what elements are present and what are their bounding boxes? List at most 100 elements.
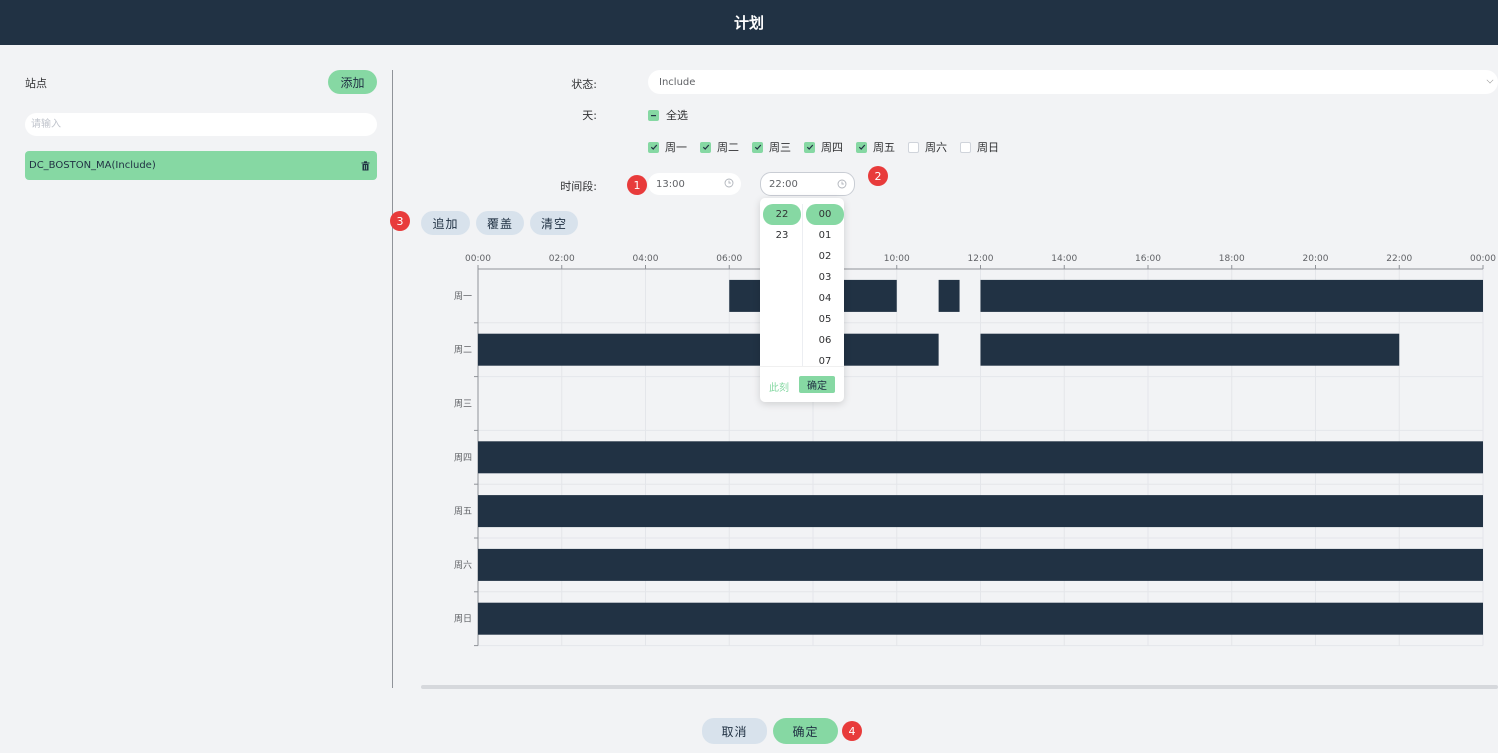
window-title: 计划 (733, 14, 764, 32)
x-tick-label: 04:00 (633, 254, 659, 264)
minute-option[interactable]: 02 (806, 246, 844, 267)
checkbox-checked-icon (700, 141, 711, 153)
picker-ok-button[interactable]: 确定 (799, 376, 835, 393)
day-checkbox[interactable]: 周五 (856, 139, 895, 155)
schedule-bar (478, 333, 939, 366)
row-label: 周三 (454, 399, 472, 410)
days-label: 天: (582, 109, 597, 122)
picker-divider (802, 204, 803, 366)
sites-panel: 站点 添加 DC_BOSTON_MA(Include) (0, 45, 393, 690)
day-checkbox-label: 周二 (717, 141, 739, 154)
day-checkbox[interactable]: 周四 (804, 139, 843, 155)
minute-option[interactable]: 04 (806, 288, 844, 309)
clear-button[interactable]: 清空 (530, 211, 578, 235)
title-bar: 计划 (0, 0, 1498, 45)
status-label: 状态: (571, 78, 597, 91)
day-checkbox-label: 周日 (977, 141, 999, 154)
x-tick-label: 16:00 (1135, 254, 1161, 264)
row-label: 周四 (454, 452, 472, 463)
annotation-badge-1: 1 (627, 175, 647, 195)
end-time-input[interactable]: 22:00 (760, 172, 855, 196)
site-list-item[interactable]: DC_BOSTON_MA(Include) (25, 151, 377, 180)
annotation-badge-4: 4 (842, 721, 862, 741)
x-tick-label: 18:00 (1219, 254, 1245, 264)
schedule-bar (478, 495, 1483, 528)
day-checkbox[interactable]: 周六 (908, 139, 947, 155)
schedule-bar (980, 333, 1400, 366)
day-checkbox[interactable]: 周一 (648, 139, 687, 155)
x-tick-label: 14:00 (1051, 254, 1077, 264)
x-tick-label: 22:00 (1386, 254, 1412, 264)
overwrite-button[interactable]: 覆盖 (476, 211, 524, 235)
select-all-label: 全选 (666, 109, 688, 122)
period-label: 时间段: (560, 180, 597, 193)
annotation-badge-3: 3 (390, 211, 410, 231)
checkbox-unchecked-icon (908, 141, 919, 153)
x-tick-label: 06:00 (716, 254, 742, 264)
clock-icon (837, 179, 847, 189)
start-time-input[interactable]: 13:00 (648, 173, 741, 195)
minute-option[interactable]: 01 (806, 225, 844, 246)
x-tick-label: 00:00 (465, 254, 491, 264)
schedule-bar (980, 279, 1483, 312)
day-checkbox-label: 周五 (873, 141, 895, 154)
day-checkbox[interactable]: 周二 (700, 139, 739, 155)
schedule-chart: 00:0002:0004:0006:0008:0010:0012:0014:00… (454, 254, 1496, 647)
checkbox-checked-icon (648, 141, 659, 153)
append-button[interactable]: 追加 (421, 211, 470, 235)
x-tick-label: 02:00 (549, 254, 575, 264)
sites-label: 站点 (25, 77, 47, 90)
day-checkbox-label: 周六 (925, 141, 947, 154)
site-item-label: DC_BOSTON_MA(Include) (29, 160, 156, 171)
minute-column[interactable]: 00 01 02 03 04 05 06 07 (806, 204, 844, 372)
row-label: 周二 (454, 345, 472, 356)
day-checkbox-label: 周四 (821, 141, 843, 154)
end-time-value: 22:00 (769, 178, 798, 190)
schedule-bar (478, 602, 1483, 635)
status-select[interactable]: Include (648, 70, 1498, 94)
time-picker-dropdown: 22 23 00 01 02 03 04 05 06 07 此刻 确定 (760, 198, 844, 402)
day-checkbox[interactable]: 周三 (752, 139, 791, 155)
horizontal-scrollbar[interactable] (421, 685, 1498, 689)
checkbox-unchecked-icon (960, 141, 971, 153)
clock-icon (724, 178, 734, 188)
chevron-down-icon (1486, 76, 1494, 84)
minute-option[interactable]: 03 (806, 267, 844, 288)
checkbox-checked-icon (804, 141, 815, 153)
cancel-button[interactable]: 取消 (702, 718, 767, 744)
x-tick-label: 10:00 (884, 254, 910, 264)
hour-option[interactable]: 22 (763, 204, 801, 225)
minute-option[interactable]: 05 (806, 309, 844, 330)
annotation-badge-2: 2 (868, 166, 888, 186)
status-value: Include (659, 76, 696, 88)
day-checkbox-label: 周一 (665, 141, 687, 154)
select-all-checkbox[interactable]: 全选 (648, 107, 688, 123)
checkbox-checked-icon (752, 141, 763, 153)
trash-icon[interactable] (359, 160, 371, 172)
schedule-bar (938, 279, 960, 312)
start-time-value: 13:00 (656, 178, 685, 190)
confirm-button[interactable]: 确定 (773, 718, 838, 744)
row-label: 周五 (454, 506, 472, 517)
schedule-bar (478, 548, 1483, 581)
day-checkbox-label: 周三 (769, 141, 791, 154)
schedule-bar (478, 441, 1483, 474)
row-label: 周一 (454, 291, 472, 302)
picker-now-button[interactable]: 此刻 (769, 379, 789, 394)
minute-option[interactable]: 06 (806, 330, 844, 351)
day-checkbox-group: 周一 周二 周三 周四 周五 周六 周日 (648, 139, 1012, 155)
add-site-button[interactable]: 添加 (328, 70, 377, 94)
checkbox-indeterminate-icon (648, 109, 659, 121)
row-label: 周六 (454, 559, 472, 571)
x-tick-label: 20:00 (1303, 254, 1329, 264)
x-tick-label: 12:00 (968, 254, 994, 264)
panel-divider (392, 70, 393, 688)
day-checkbox[interactable]: 周日 (960, 139, 999, 155)
picker-footer: 此刻 确定 (760, 366, 844, 402)
minute-option[interactable]: 00 (806, 204, 844, 225)
checkbox-checked-icon (856, 141, 867, 153)
row-label: 周日 (454, 614, 472, 625)
site-search-input[interactable] (25, 113, 377, 136)
hour-option[interactable]: 23 (763, 225, 801, 246)
hour-column[interactable]: 22 23 (763, 204, 801, 246)
